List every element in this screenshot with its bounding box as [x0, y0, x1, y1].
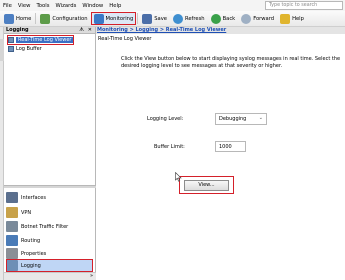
pin-icon[interactable]: ᗑ — [79, 27, 84, 34]
help-icon — [280, 13, 291, 24]
log-buffer-icon — [8, 46, 14, 52]
menu-bar: File View Tools Wizards Window Help Type… — [0, 0, 345, 11]
nav-title: Logging — [6, 27, 29, 33]
forward-label: Forward — [253, 15, 275, 22]
buffer-limit-input[interactable]: 1000 — [215, 141, 246, 152]
tree-item-log-buffer[interactable]: Log Buffer — [8, 45, 42, 53]
nav-button-label: Properties — [21, 250, 47, 257]
refresh-label: Refresh — [185, 15, 205, 22]
topic-search-input[interactable]: Type topic to search — [265, 1, 343, 10]
nav-button-label: VPN — [21, 209, 32, 216]
home-label: Home — [16, 15, 32, 22]
configuration-button[interactable]: Configuration — [37, 12, 90, 25]
refresh-icon — [173, 13, 183, 24]
buffer-limit-label: Buffer Limit: — [154, 144, 185, 150]
configuration-icon — [40, 13, 51, 24]
tree-item-label: Log Buffer — [16, 46, 42, 52]
page-title: Real-Time Log Viewer — [98, 36, 152, 42]
nav-button-routing[interactable]: Routing — [6, 234, 93, 247]
view-button-highlight: View... — [179, 176, 234, 194]
nav-button-vpn[interactable]: VPN — [6, 206, 93, 219]
nav-overflow-chevron[interactable]: » — [4, 272, 96, 280]
menu-window[interactable]: Window — [79, 3, 106, 9]
close-icon[interactable]: ✕ — [88, 27, 92, 34]
chevron-down-icon: ⌄ — [258, 115, 263, 121]
routing-icon — [6, 235, 18, 246]
breadcrumb: Monitoring > Logging > Real-Time Log Vie… — [96, 27, 345, 34]
monitoring-button[interactable]: Monitoring — [90, 12, 137, 25]
forward-arrow-icon — [241, 13, 252, 24]
logging-level-select[interactable]: Debugging ⌄ — [215, 113, 267, 125]
monitoring-icon — [93, 13, 104, 24]
main-toolbar: Home Configuration Monitoring Save Refre… — [0, 11, 345, 27]
tree-item-label: Real-Time Log Viewer — [16, 37, 74, 43]
menu-view[interactable]: View — [15, 3, 34, 9]
back-label: Back — [222, 15, 236, 22]
home-icon — [4, 13, 14, 24]
menu-tools[interactable]: Tools — [33, 3, 52, 9]
nav-button-botnet-traffic-filter[interactable]: Botnet Traffic Filter — [6, 220, 93, 233]
nav-button-label: Logging — [21, 262, 41, 269]
help-label: Help — [292, 15, 304, 22]
back-button[interactable]: Back — [208, 12, 239, 25]
properties-icon — [6, 248, 18, 259]
menu-file[interactable]: File — [0, 3, 15, 9]
toolbar-separator — [35, 13, 37, 24]
nav-header: Logging ᗑ ✕ — [4, 27, 95, 34]
mouse-cursor-icon — [175, 172, 182, 182]
logging-level-value: Debugging — [219, 116, 247, 122]
nav-button-label: Botnet Traffic Filter — [21, 223, 69, 230]
save-icon — [142, 13, 153, 24]
help-button[interactable]: Help — [277, 12, 307, 25]
nav-button-logging[interactable]: Logging — [6, 259, 93, 272]
home-button[interactable]: Home — [1, 12, 34, 25]
page-description: Click the View button below to start dis… — [121, 56, 341, 69]
breadcrumb-link[interactable]: Monitoring > Logging > Real-Time Log Vie… — [97, 27, 226, 33]
back-arrow-icon — [210, 13, 221, 24]
forward-button[interactable]: Forward — [238, 12, 277, 25]
logging-icon — [6, 260, 18, 271]
logging-level-label: Logging Level: — [147, 116, 184, 122]
monitoring-label: Monitoring — [105, 15, 134, 22]
nav-splitter[interactable] — [4, 185, 96, 188]
menu-wizards[interactable]: Wizards — [53, 3, 80, 9]
save-label: Save — [154, 15, 167, 22]
configuration-label: Configuration — [52, 15, 88, 22]
log-viewer-icon — [8, 37, 14, 43]
nav-button-interfaces[interactable]: Interfaces — [6, 191, 93, 204]
view-button[interactable]: View... — [184, 179, 229, 191]
save-button[interactable]: Save — [139, 12, 170, 25]
vpn-icon — [6, 207, 18, 218]
tree-item-real-time-log-viewer[interactable]: Real-Time Log Viewer — [6, 35, 75, 45]
interfaces-icon — [6, 192, 18, 203]
toolbar-separator — [137, 13, 139, 24]
botnet-filter-icon — [6, 221, 18, 232]
refresh-button[interactable]: Refresh — [170, 12, 208, 25]
menu-help[interactable]: Help — [106, 3, 124, 9]
nav-button-label: Routing — [21, 237, 41, 244]
main-content: Monitoring > Logging > Real-Time Log Vie… — [96, 27, 345, 280]
nav-button-label: Interfaces — [21, 194, 46, 201]
